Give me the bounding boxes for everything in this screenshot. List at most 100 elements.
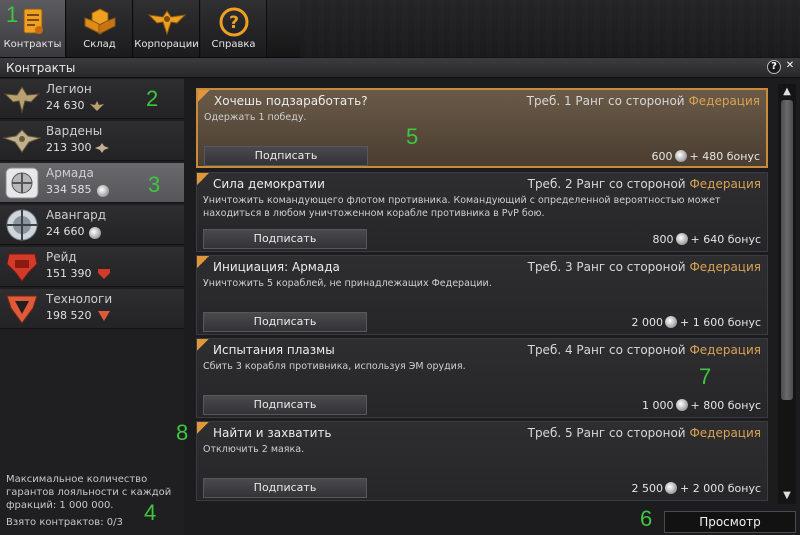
annotation-marker: 5 [406, 124, 419, 149]
help-icon: ? [219, 7, 248, 37]
contracts-taken-counter: Взято контрактов: 0/3 [6, 517, 123, 528]
contract-description: Отключить 2 маяка. [203, 444, 305, 455]
credit-icon [674, 150, 687, 162]
faction-sidebar: Легион 24 630 Вардены 213 300 Армада 334… [0, 79, 184, 535]
requirement-rank: Треб. 5 Ранг со стороной [527, 426, 686, 440]
wardens-small-icon [95, 143, 109, 153]
vanguard-small-icon [89, 227, 101, 239]
tab-corporations-label: Корпорации [134, 39, 199, 50]
corporation-icon [147, 10, 186, 36]
annotation-marker: 2 [146, 86, 159, 111]
contract-icon [23, 8, 43, 34]
reward-bonus: + 640 бонус [690, 233, 761, 246]
contract-requirement: Треб. 2 Ранг со стороной Федерация [528, 177, 761, 191]
contract-reward: 1 000 + 800 бонус [642, 399, 761, 412]
annotation-marker: 6 [640, 506, 653, 531]
tab-storage-label: Склад [83, 39, 116, 50]
requirement-rank: Треб. 1 Ранг со стороной [526, 94, 685, 108]
faction-item-raid[interactable]: Рейд 151 390 [0, 247, 184, 287]
reward-amount: 1 000 [642, 399, 674, 412]
reward-bonus: + 1 600 бонус [680, 316, 761, 329]
raid-icon [6, 253, 38, 282]
sign-button[interactable]: Подписать [203, 312, 367, 332]
armada-small-icon [97, 185, 109, 197]
legion-small-icon [90, 101, 104, 111]
annotation-marker: 4 [144, 500, 157, 525]
contracts-list: Хочешь подзаработать? Треб. 1 Ранг со ст… [192, 84, 772, 504]
reward-bonus: + 800 бонус [690, 399, 761, 412]
contract-card[interactable]: Инициация: Армада Треб. 3 Ранг со сторон… [196, 255, 768, 335]
contract-title: Сила демократии [213, 177, 325, 191]
contract-reward: 2 500 + 2 000 бонус [632, 482, 761, 495]
sign-button[interactable]: Подписать [204, 146, 368, 166]
reward-amount: 2 500 [631, 482, 664, 495]
faction-points: 213 300 [46, 141, 92, 154]
faction-item-technologists[interactable]: Технологи 198 520 [0, 289, 184, 329]
requirement-faction: Федерация [689, 343, 761, 357]
tab-corporations[interactable]: Корпорации [134, 0, 200, 57]
sign-button[interactable]: Подписать [203, 229, 367, 249]
contract-title: Испытания плазмы [213, 343, 335, 357]
requirement-rank: Треб. 3 Ранг со стороной [527, 260, 686, 274]
reward-amount: 2 000 [631, 316, 664, 329]
credit-icon [675, 399, 688, 411]
credit-icon [675, 233, 688, 245]
faction-name: Армада [46, 166, 94, 180]
tab-contracts-label: Контракты [3, 39, 62, 50]
contract-ribbon-icon [197, 422, 209, 434]
contracts-scrollbar[interactable]: ▲ ▼ [778, 84, 796, 504]
requirement-faction: Федерация [688, 94, 760, 108]
faction-points: 24 660 [46, 225, 85, 238]
scroll-up-icon[interactable]: ▲ [780, 86, 794, 98]
vanguard-icon [6, 209, 38, 241]
close-button[interactable]: ✕ [783, 60, 797, 74]
contract-card[interactable]: Испытания плазмы Треб. 4 Ранг со стороно… [196, 338, 768, 418]
contract-reward: 600 + 480 бонус [652, 150, 760, 163]
armada-icon [5, 167, 39, 199]
faction-points: 334 585 [46, 183, 92, 196]
faction-item-wardens[interactable]: Вардены 213 300 [0, 121, 184, 161]
technologists-icon [6, 295, 38, 324]
contract-card[interactable]: Сила демократии Треб. 2 Ранг со стороной… [196, 172, 768, 252]
technologists-small-icon [98, 311, 110, 321]
contract-card[interactable]: Найти и захватить Треб. 5 Ранг со сторон… [196, 421, 768, 501]
scroll-down-icon[interactable]: ▼ [780, 490, 794, 502]
contract-description: Уничтожить командующего флотом противник… [203, 195, 721, 219]
faction-points: 151 390 [46, 267, 92, 280]
scroll-thumb[interactable] [781, 100, 793, 400]
contract-title: Найти и захватить [213, 426, 332, 440]
requirement-faction: Федерация [689, 177, 761, 191]
faction-name: Авангард [46, 208, 107, 222]
contract-description: Одержать 1 победу. [204, 112, 307, 123]
view-button[interactable]: Просмотр [664, 511, 796, 533]
legion-icon [3, 86, 41, 114]
tab-help[interactable]: ? Справка [201, 0, 267, 57]
sign-button[interactable]: Подписать [203, 395, 367, 415]
contract-reward: 800 + 640 бонус [653, 233, 761, 246]
credit-icon [665, 316, 678, 328]
annotation-marker: 8 [176, 420, 189, 445]
contract-ribbon-icon [197, 173, 209, 185]
contract-ribbon-icon [197, 256, 209, 268]
contract-card[interactable]: Хочешь подзаработать? Треб. 1 Ранг со ст… [196, 88, 768, 168]
annotation-marker: 3 [148, 172, 161, 197]
contract-requirement: Треб. 1 Ранг со стороной Федерация [527, 94, 760, 108]
credit-icon [665, 482, 678, 494]
contract-ribbon-icon [198, 90, 210, 102]
contract-requirement: Треб. 4 Ранг со стороной Федерация [528, 343, 761, 357]
faction-name: Легион [46, 82, 92, 96]
window-titlebar: Контракты ? ✕ [0, 58, 800, 78]
reward-bonus: + 480 бонус [689, 150, 760, 163]
tab-storage[interactable]: Склад [67, 0, 133, 57]
header-decoration [300, 0, 800, 58]
requirement-faction: Федерация [689, 426, 761, 440]
faction-name: Рейд [46, 250, 77, 264]
contract-description: Сбить 3 корабля противника, используя ЭМ… [203, 361, 466, 372]
contract-title: Инициация: Армада [213, 260, 340, 274]
svg-text:?: ? [229, 13, 239, 33]
faction-item-vanguard[interactable]: Авангард 24 660 [0, 205, 184, 245]
sign-button[interactable]: Подписать [203, 478, 367, 498]
help-button[interactable]: ? [767, 60, 781, 74]
contract-description: Уничтожить 5 кораблей, не принадлежащих … [203, 278, 492, 289]
reward-amount: 600 [651, 150, 673, 163]
